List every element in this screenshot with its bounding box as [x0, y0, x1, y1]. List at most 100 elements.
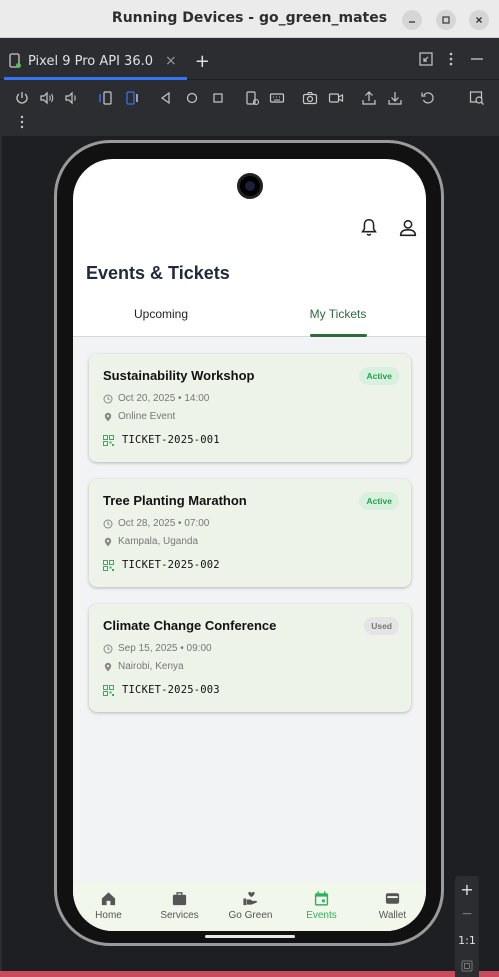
- clock-icon: [103, 644, 113, 653]
- device-tab-bar: Pixel 9 Pro API 36.0 × +: [0, 38, 499, 80]
- event-location-text: Kampala, Uganda: [118, 536, 199, 547]
- ticket-id: TICKET-2025-003: [122, 684, 220, 696]
- screen-record-button[interactable]: [328, 90, 344, 106]
- qr-code-icon: [103, 559, 114, 571]
- overview-button[interactable]: [210, 90, 226, 106]
- tab-upcoming[interactable]: Upcoming: [73, 301, 249, 337]
- profile-icon[interactable]: [397, 217, 419, 239]
- ticket-card[interactable]: Tree Planting Marathon Active Oct 28, 20…: [89, 479, 411, 587]
- briefcase-icon: [172, 892, 187, 906]
- actual-size-button[interactable]: 1:1: [455, 934, 479, 947]
- location-pin-icon: [104, 412, 112, 421]
- zoom-inspect-button[interactable]: [469, 90, 485, 106]
- hide-panel-icon[interactable]: [469, 51, 485, 67]
- ticket-card[interactable]: Climate Change Conference Used Sep 15, 2…: [89, 604, 411, 712]
- gesture-home-bar[interactable]: [205, 935, 295, 938]
- camera-icon: [302, 91, 318, 105]
- nav-events-label: Events: [306, 910, 337, 921]
- tab-my-tickets[interactable]: My Tickets: [250, 301, 426, 337]
- zoom-controls: + − 1:1: [455, 876, 479, 977]
- home-nav-button[interactable]: [184, 90, 200, 106]
- volume-down-button[interactable]: [64, 90, 80, 106]
- more-options-icon[interactable]: [443, 51, 459, 67]
- power-icon: [16, 92, 28, 104]
- close-icon: [476, 17, 482, 23]
- volume-up-button[interactable]: [39, 90, 55, 106]
- device-settings-icon: [246, 91, 260, 106]
- close-window-button[interactable]: [469, 10, 489, 30]
- add-device-button[interactable]: +: [195, 51, 210, 72]
- running-devices-panel: Pixel 9 Pro API 36.0 × + Events & Ticket…: [0, 38, 499, 977]
- event-datetime: Oct 28, 2025 • 07:00: [103, 518, 209, 529]
- nav-home-label: Home: [95, 910, 122, 921]
- bottom-navigation: Home Services Go Green Events Wallet: [73, 882, 426, 931]
- vertical-dots-icon: [20, 115, 24, 129]
- event-datetime: Oct 20, 2025 • 14:00: [103, 393, 209, 404]
- nav-go-green-label: Go Green: [228, 910, 273, 921]
- ticket-id: TICKET-2025-001: [122, 434, 220, 446]
- keyboard-button[interactable]: [269, 90, 285, 106]
- reset-button[interactable]: [420, 90, 436, 106]
- inspect-icon: [469, 91, 484, 105]
- nav-wallet-label: Wallet: [378, 910, 407, 921]
- location-pin-icon: [104, 662, 112, 671]
- minimize-button[interactable]: [402, 10, 422, 30]
- rotate-left-button[interactable]: [98, 90, 114, 106]
- download-button[interactable]: [387, 90, 403, 106]
- event-title: Tree Planting Marathon: [103, 493, 247, 508]
- undo-icon: [421, 92, 434, 104]
- upload-button[interactable]: [361, 90, 377, 106]
- video-camera-icon: [328, 93, 344, 103]
- nav-wallet[interactable]: Wallet: [357, 890, 426, 921]
- calendar-icon: [314, 891, 329, 906]
- nav-services-label: Services: [160, 910, 199, 921]
- event-title: Sustainability Workshop: [103, 368, 255, 383]
- status-badge: Active: [359, 367, 399, 385]
- rotate-left-icon: [99, 91, 112, 105]
- notifications-icon[interactable]: [358, 217, 380, 239]
- event-location: Kampala, Uganda: [103, 536, 198, 547]
- keyboard-icon: [269, 93, 285, 103]
- device-state-button[interactable]: [244, 90, 260, 106]
- hand-heart-icon: [243, 891, 258, 906]
- fit-screen-icon[interactable]: [461, 960, 473, 972]
- nav-home[interactable]: Home: [73, 890, 144, 921]
- phone-frame: Events & Tickets Upcoming My Tickets Sus…: [54, 140, 444, 946]
- status-badge: Active: [359, 492, 399, 510]
- event-datetime-text: Oct 28, 2025 • 07:00: [118, 518, 210, 529]
- zoom-out-button[interactable]: −: [455, 906, 479, 922]
- restore-layout-icon[interactable]: [418, 51, 434, 67]
- nav-services[interactable]: Services: [144, 890, 215, 921]
- back-button[interactable]: [158, 90, 174, 106]
- phone-screen: Events & Tickets Upcoming My Tickets Sus…: [73, 159, 426, 931]
- active-tab-indicator: [4, 77, 187, 80]
- app-top-bar: [73, 209, 426, 249]
- ticket-card[interactable]: Sustainability Workshop Active Oct 20, 2…: [89, 354, 411, 462]
- toolbar-overflow-button[interactable]: [14, 114, 30, 130]
- power-button[interactable]: [14, 90, 30, 106]
- qr-code-icon: [103, 434, 114, 446]
- home-circle-icon: [186, 92, 198, 104]
- page-header: Events & Tickets Upcoming My Tickets: [73, 249, 426, 337]
- device-canvas: Events & Tickets Upcoming My Tickets Sus…: [2, 136, 499, 977]
- nav-go-green[interactable]: Go Green: [215, 890, 286, 921]
- clock-icon: [103, 519, 113, 528]
- device-tab[interactable]: Pixel 9 Pro API 36.0 × +: [8, 46, 210, 76]
- qr-code-icon: [103, 684, 114, 696]
- minimize-icon: [409, 21, 415, 23]
- event-location: Nairobi, Kenya: [103, 661, 184, 672]
- rotate-right-button[interactable]: [124, 90, 140, 106]
- home-icon: [101, 892, 116, 906]
- ticket-id: TICKET-2025-002: [122, 559, 220, 571]
- maximize-button[interactable]: [436, 10, 456, 30]
- screenshot-button[interactable]: [302, 90, 318, 106]
- close-tab-button[interactable]: ×: [165, 53, 177, 69]
- zoom-in-button[interactable]: +: [455, 880, 479, 899]
- ticket-code: TICKET-2025-003: [103, 684, 220, 696]
- download-icon: [388, 92, 402, 105]
- volume-up-icon: [40, 91, 54, 105]
- nav-events[interactable]: Events: [286, 890, 357, 921]
- ticket-code: TICKET-2025-001: [103, 434, 220, 446]
- ticket-list: Sustainability Workshop Active Oct 20, 2…: [73, 337, 426, 882]
- window-titlebar: Running Devices - go_green_mates: [0, 0, 499, 38]
